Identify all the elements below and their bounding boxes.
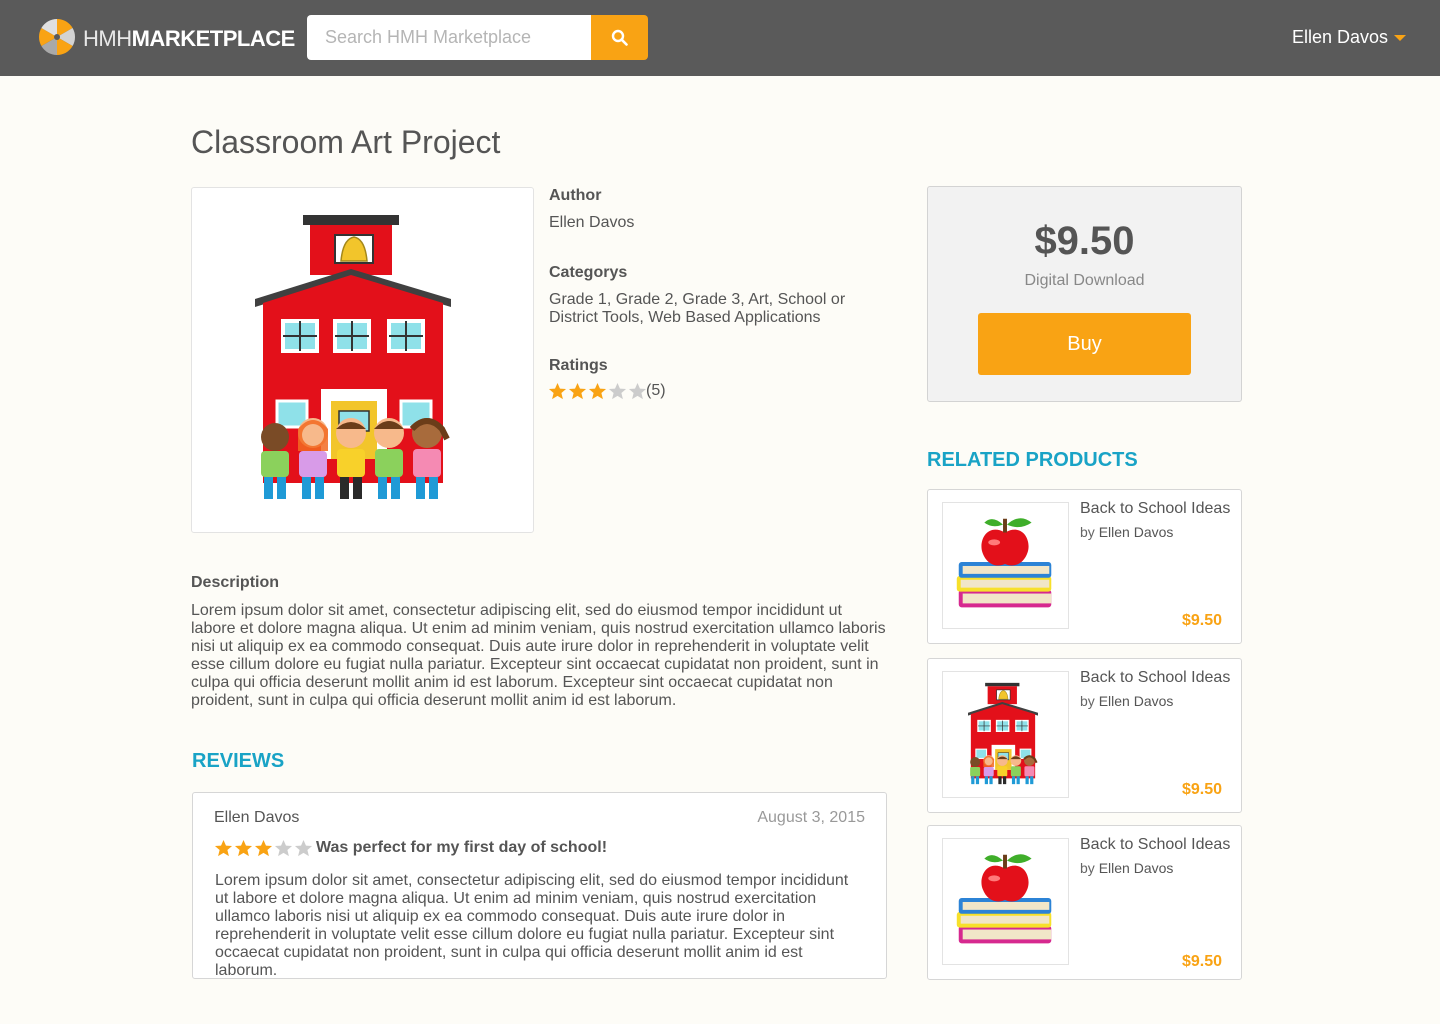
by-label: by [1080, 693, 1095, 709]
related-product-price: $9.50 [1181, 612, 1222, 629]
ratings-label: Ratings [549, 357, 608, 374]
author-label: Author [549, 187, 602, 204]
by-label: by [1080, 524, 1095, 540]
hmh-pinwheel-logo-icon [38, 18, 76, 56]
marketplace-logo[interactable]: HMHMARKETPLACE [38, 18, 295, 56]
search-button[interactable] [591, 15, 648, 60]
review-rating-stars [214, 839, 313, 858]
star-filled-icon [588, 382, 607, 401]
related-product-author: Ellen Davos [1098, 524, 1174, 540]
related-product-byline: by Ellen Davos [1080, 860, 1173, 876]
search-icon [611, 29, 628, 46]
apple-on-books-image [943, 839, 1068, 964]
related-product-thumbnail[interactable] [942, 671, 1069, 798]
related-product-card[interactable]: Back to School Ideas by Ellen Davos $9.5… [927, 658, 1242, 813]
related-product-price: $9.50 [1181, 953, 1222, 970]
star-filled-icon [234, 839, 253, 858]
related-product-card[interactable]: Back to School Ideas by Ellen Davos $9.5… [927, 489, 1242, 644]
price: $9.50 [1034, 219, 1135, 263]
user-menu[interactable]: Ellen Davos [1292, 27, 1406, 49]
reviews-heading: REVIEWS [192, 750, 285, 772]
categories-value: Grade 1, Grade 2, Grade 3, Art, School o… [549, 291, 846, 326]
related-product-thumbnail[interactable] [942, 502, 1069, 629]
logo-wordmark: HMHMARKETPLACE [83, 26, 295, 52]
logo-main: MARKETPLACE [131, 26, 296, 51]
related-product-card[interactable]: Back to School Ideas by Ellen Davos $9.5… [927, 825, 1242, 980]
star-filled-icon [568, 382, 587, 401]
star-filled-icon [548, 382, 567, 401]
related-product-byline: by Ellen Davos [1080, 524, 1173, 540]
review-author: Ellen Davos [214, 809, 300, 826]
related-product-price: $9.50 [1181, 781, 1222, 798]
categories-label: Categorys [549, 264, 628, 281]
star-filled-icon [214, 839, 233, 858]
product-rating-stars [548, 382, 647, 401]
top-navigation-bar: HMHMARKETPLACE Ellen Davos [0, 0, 1440, 76]
review-card: Ellen Davos August 3, 2015 Was perfect f… [192, 792, 887, 979]
schoolhouse-illustration [255, 215, 465, 505]
related-product-author: Ellen Davos [1098, 693, 1174, 709]
description-text: Lorem ipsum dolor sit amet, consectetur … [191, 602, 886, 709]
related-product-byline: by Ellen Davos [1080, 693, 1173, 709]
author-value[interactable]: Ellen Davos [549, 214, 634, 232]
related-product-title[interactable]: Back to School Ideas [1080, 669, 1230, 687]
buy-button[interactable]: Buy [978, 313, 1191, 375]
star-filled-icon [254, 839, 273, 858]
related-product-author: Ellen Davos [1098, 860, 1174, 876]
rating-count: (5) [646, 382, 666, 399]
star-empty-icon [628, 382, 647, 401]
review-date: August 3, 2015 [757, 809, 865, 826]
star-empty-icon [608, 382, 627, 401]
caret-down-icon [1394, 35, 1406, 41]
review-body: Lorem ipsum dolor sit amet, consectetur … [215, 872, 849, 979]
logo-prefix: HMH [83, 26, 132, 51]
related-product-title[interactable]: Back to School Ideas [1080, 836, 1230, 854]
by-label: by [1080, 860, 1095, 876]
page-title: Classroom Art Project [191, 124, 501, 160]
user-name: Ellen Davos [1292, 27, 1389, 47]
review-title: Was perfect for my first day of school! [316, 839, 608, 856]
related-product-thumbnail[interactable] [942, 838, 1069, 965]
product-image [191, 187, 534, 533]
description-label: Description [191, 574, 280, 591]
search-input[interactable] [307, 15, 591, 60]
apple-on-books-image [943, 503, 1068, 628]
star-empty-icon [294, 839, 313, 858]
format-label: Digital Download [1024, 272, 1145, 289]
schoolhouse-image [968, 682, 1040, 786]
related-product-title[interactable]: Back to School Ideas [1080, 500, 1230, 518]
purchase-panel: $9.50 Digital Download Buy [927, 186, 1242, 402]
star-empty-icon [274, 839, 293, 858]
related-products-heading: RELATED PRODUCTS [927, 449, 1138, 471]
